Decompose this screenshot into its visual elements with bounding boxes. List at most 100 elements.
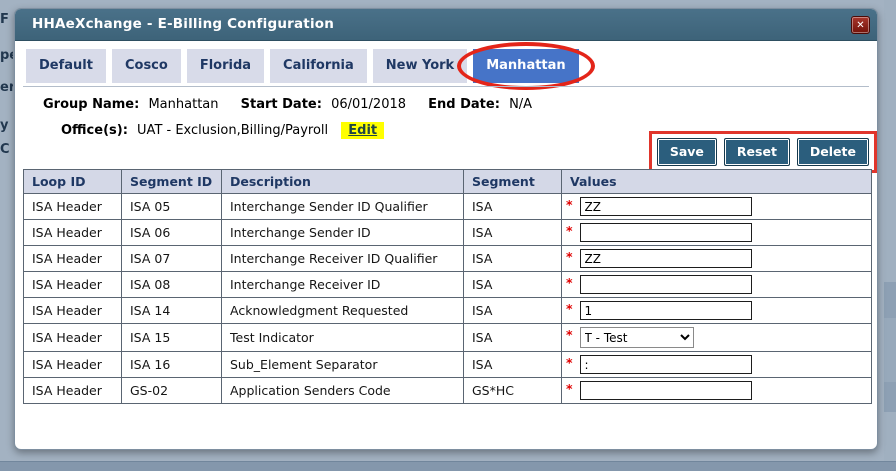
description-cell: Interchange Sender ID Qualifier [222, 194, 464, 220]
values-cell: * [562, 272, 872, 298]
description-cell: Sub_Element Separator [222, 352, 464, 378]
value-input[interactable] [580, 301, 752, 320]
values-cell: * [562, 378, 872, 404]
tab-new-york[interactable]: New York [373, 49, 467, 83]
loop-id-cell: ISA Header [24, 272, 122, 298]
segment-id-cell: ISA 08 [122, 272, 222, 298]
required-asterisk: * [566, 223, 573, 238]
values-cell: * [562, 194, 872, 220]
end-date-value: N/A [509, 97, 532, 112]
values-cell: * [562, 220, 872, 246]
loop-id-cell: ISA Header [24, 220, 122, 246]
description-cell: Interchange Receiver ID Qualifier [222, 246, 464, 272]
column-header-description: Description [222, 170, 464, 194]
group-info-line: Group Name: Manhattan Start Date: 06/01/… [43, 97, 550, 112]
description-cell: Interchange Sender ID [222, 220, 464, 246]
close-icon: ✕ [856, 20, 864, 31]
required-asterisk: * [566, 275, 573, 290]
table-row: ISA Header ISA 14 Acknowledgment Request… [24, 298, 872, 324]
description-cell: Application Senders Code [222, 378, 464, 404]
loop-id-cell: ISA Header [24, 298, 122, 324]
tab-california[interactable]: California [270, 49, 367, 83]
start-date-value: 06/01/2018 [331, 97, 406, 112]
segment-id-cell: ISA 16 [122, 352, 222, 378]
tab-manhattan[interactable]: Manhattan [473, 49, 578, 83]
column-header-segment: Segment [464, 170, 562, 194]
segment-id-cell: ISA 15 [122, 324, 222, 352]
group-tabs: Default Cosco Florida California New Yor… [26, 49, 579, 83]
table-row: ISA Header ISA 16 Sub_Element Separator … [24, 352, 872, 378]
tabs-separator [23, 86, 869, 87]
close-button[interactable]: ✕ [851, 16, 870, 34]
value-input[interactable] [580, 249, 752, 268]
segment-cell: ISA [464, 272, 562, 298]
offices-value: UAT - Exclusion,Billing/Payroll [137, 123, 328, 138]
loop-id-cell: ISA Header [24, 246, 122, 272]
required-asterisk: * [566, 327, 573, 342]
description-cell: Acknowledgment Requested [222, 298, 464, 324]
values-cell: * [562, 298, 872, 324]
delete-button[interactable]: Delete [797, 138, 869, 166]
table-row: ISA Header ISA 06 Interchange Sender ID … [24, 220, 872, 246]
table-row: ISA Header ISA 15 Test Indicator ISA * T… [24, 324, 872, 352]
offices-label: Office(s): [61, 123, 128, 138]
background-scrollbar-block [884, 382, 896, 412]
background-scrollbar-block [884, 282, 896, 318]
description-cell: Test Indicator [222, 324, 464, 352]
required-asterisk: * [566, 197, 573, 212]
background-scrollbar-thumb [884, 318, 896, 382]
segment-cell: GS*HC [464, 378, 562, 404]
segment-cell: ISA [464, 298, 562, 324]
loop-id-cell: ISA Header [24, 194, 122, 220]
value-input[interactable] [580, 197, 752, 216]
segment-cell: ISA [464, 194, 562, 220]
required-asterisk: * [566, 381, 573, 396]
segments-table: Loop ID Segment ID Description Segment V… [23, 169, 872, 404]
dialog-title: HHAeXchange - E-Billing Configuration [32, 16, 334, 32]
tab-default[interactable]: Default [26, 49, 106, 83]
values-cell: * [562, 246, 872, 272]
offices-info-line: Office(s): UAT - Exclusion,Billing/Payro… [61, 123, 384, 138]
segments-table-container: Loop ID Segment ID Description Segment V… [23, 169, 872, 404]
segment-id-cell: ISA 05 [122, 194, 222, 220]
value-input[interactable] [580, 355, 752, 374]
value-input[interactable] [580, 275, 752, 294]
ebilling-configuration-dialog: HHAeXchange - E-Billing Configuration ✕ … [14, 8, 878, 450]
tab-cosco[interactable]: Cosco [112, 49, 181, 83]
red-box-annotation: Save Reset Delete [649, 131, 877, 173]
table-row: ISA Header ISA 05 Interchange Sender ID … [24, 194, 872, 220]
end-date-label: End Date: [428, 97, 500, 112]
group-name-label: Group Name: [43, 97, 139, 112]
loop-id-cell: ISA Header [24, 324, 122, 352]
value-input[interactable] [580, 223, 752, 242]
description-cell: Interchange Receiver ID [222, 272, 464, 298]
save-button[interactable]: Save [657, 138, 717, 166]
edit-offices-link[interactable]: Edit [341, 122, 384, 139]
background-scrollbar [884, 0, 896, 461]
table-row: ISA Header ISA 07 Interchange Receiver I… [24, 246, 872, 272]
required-asterisk: * [566, 249, 573, 264]
segment-id-cell: GS-02 [122, 378, 222, 404]
segment-cell: ISA [464, 324, 562, 352]
column-header-segment-id: Segment ID [122, 170, 222, 194]
loop-id-cell: ISA Header [24, 352, 122, 378]
segment-id-cell: ISA 06 [122, 220, 222, 246]
values-cell: * T - Test [562, 324, 872, 352]
loop-id-cell: ISA Header [24, 378, 122, 404]
dialog-title-bar: HHAeXchange - E-Billing Configuration [15, 9, 877, 41]
reset-button[interactable]: Reset [724, 138, 790, 166]
required-asterisk: * [566, 355, 573, 370]
value-input[interactable] [580, 381, 752, 400]
segment-cell: ISA [464, 352, 562, 378]
background-bottom-bar [0, 461, 896, 471]
segment-cell: ISA [464, 220, 562, 246]
group-name-value: Manhattan [148, 97, 218, 112]
table-row: ISA Header GS-02 Application Senders Cod… [24, 378, 872, 404]
values-cell: * [562, 352, 872, 378]
table-row: ISA Header ISA 08 Interchange Receiver I… [24, 272, 872, 298]
column-header-loop-id: Loop ID [24, 170, 122, 194]
tab-florida[interactable]: Florida [187, 49, 264, 83]
value-select[interactable]: T - Test [580, 327, 694, 348]
column-header-values: Values [562, 170, 872, 194]
start-date-label: Start Date: [241, 97, 322, 112]
